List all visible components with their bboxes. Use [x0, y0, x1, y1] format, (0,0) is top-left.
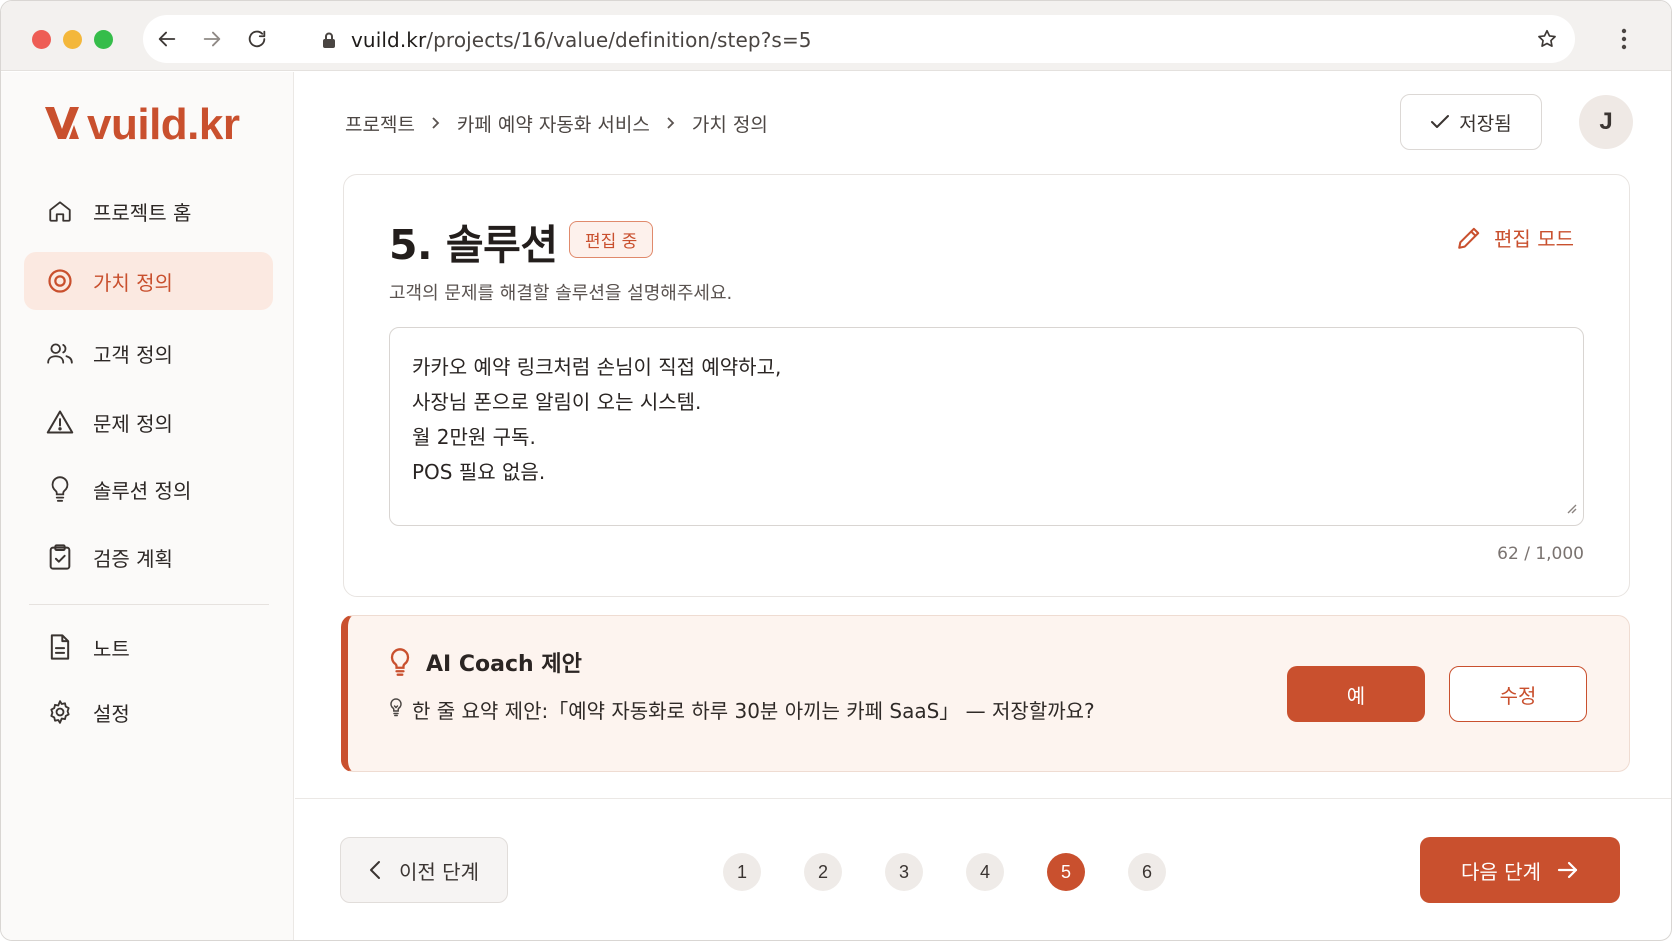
- pencil-icon: [1458, 227, 1480, 249]
- forward-arrow-icon[interactable]: [198, 25, 226, 53]
- sidebar-item-label: 검증 계획: [93, 546, 173, 571]
- close-window-button[interactable]: [32, 30, 51, 49]
- arrow-right-icon: [1557, 861, 1578, 879]
- browser-toolbar: vuild.kr/projects/16/value/definition/st…: [1, 1, 1671, 71]
- coach-message: 한 줄 요약 제안:「예약 자동화로 하루 30분 아끼는 카페 SaaS」 —…: [412, 699, 1095, 723]
- edit-mode-label: 편집 모드: [1494, 227, 1574, 251]
- coach-title: AI Coach 제안: [426, 652, 582, 677]
- bookmark-star-icon[interactable]: [1533, 25, 1561, 53]
- home-icon: [45, 196, 75, 226]
- lightbulb-emoji-icon: [388, 697, 404, 722]
- sidebar-item-label: 프로젝트 홈: [93, 200, 192, 225]
- chevron-right-icon: [666, 116, 676, 130]
- step-3[interactable]: 3: [885, 853, 923, 891]
- next-step-button[interactable]: 다음 단계: [1420, 837, 1620, 903]
- lock-icon: [315, 26, 343, 54]
- gear-icon: [45, 697, 75, 727]
- lightbulb-icon: [45, 474, 75, 504]
- url-path: /projects/16/value/definition/step?s=5: [426, 28, 812, 52]
- sidebar-item-notes[interactable]: 노트: [24, 618, 273, 676]
- edit-mode-button[interactable]: 편집 모드: [1456, 223, 1574, 252]
- chevron-right-icon: [431, 116, 441, 130]
- sidebar-item-problem-definition[interactable]: 문제 정의: [24, 393, 273, 451]
- logo[interactable]: vuild.kr: [45, 99, 240, 151]
- url-host: vuild.kr: [351, 28, 427, 52]
- sidebar-item-label: 설정: [93, 701, 130, 726]
- sidebar-item-solution-definition[interactable]: 솔루션 정의: [24, 460, 273, 518]
- next-step-label: 다음 단계: [1461, 859, 1541, 884]
- edit-suggestion-button[interactable]: 수정: [1449, 666, 1587, 722]
- back-arrow-icon[interactable]: [153, 25, 181, 53]
- sidebar-item-value-definition[interactable]: 가치 정의: [24, 252, 273, 310]
- previous-step-button[interactable]: 이전 단계: [340, 837, 508, 903]
- clipboard-check-icon: [45, 542, 75, 572]
- chevron-left-icon: [370, 861, 381, 879]
- sidebar-item-label: 솔루션 정의: [93, 478, 192, 503]
- solution-textarea[interactable]: 카카오 예약 링크처럼 손님이 직접 예약하고, 사장님 폰으로 알림이 오는 …: [389, 327, 1584, 526]
- more-menu-icon[interactable]: [1610, 25, 1638, 53]
- logo-mark-icon: [45, 105, 79, 145]
- saved-label: 저장됨: [1459, 112, 1512, 135]
- step-1[interactable]: 1: [723, 853, 761, 891]
- minimize-window-button[interactable]: [63, 30, 82, 49]
- sidebar-divider: [29, 604, 269, 605]
- step-2[interactable]: 2: [804, 853, 842, 891]
- coach-message-row: 한 줄 요약 제안:「예약 자동화로 하루 30분 아끼는 카페 SaaS」 —…: [388, 695, 1095, 724]
- step-4[interactable]: 4: [966, 853, 1004, 891]
- sidebar-item-settings[interactable]: 설정: [24, 683, 273, 741]
- reload-icon[interactable]: [243, 25, 271, 53]
- breadcrumb-current: 가치 정의: [691, 113, 768, 136]
- warning-icon: [45, 407, 75, 437]
- sidebar-item-label: 문제 정의: [93, 411, 173, 436]
- ai-coach-panel: AI Coach 제안 한 줄 요약 제안:「예약 자동화로 하루 30분 아끼…: [341, 615, 1630, 772]
- previous-step-label: 이전 단계: [399, 859, 479, 884]
- accept-suggestion-button[interactable]: 예: [1287, 666, 1425, 722]
- footer-divider: [295, 798, 1671, 799]
- maximize-window-button[interactable]: [94, 30, 113, 49]
- sidebar-item-label: 가치 정의: [93, 270, 173, 295]
- users-icon: [45, 338, 75, 368]
- breadcrumb-projects[interactable]: 프로젝트: [345, 110, 415, 137]
- saved-status-button[interactable]: 저장됨: [1400, 94, 1542, 150]
- character-counter: 62 / 1,000: [1497, 544, 1584, 564]
- card-subtitle: 고객의 문제를 해결할 솔루션을 설명해주세요.: [389, 283, 733, 304]
- lightbulb-icon: [390, 648, 410, 676]
- card-title: 5. 솔루션: [389, 221, 558, 269]
- coach-title-row: AI Coach 제안: [388, 646, 582, 678]
- step-indicator: 1 2 3 4 5 6: [723, 853, 1209, 891]
- step-5-current[interactable]: 5: [1047, 853, 1085, 891]
- document-icon: [45, 632, 75, 662]
- step-6[interactable]: 6: [1128, 853, 1166, 891]
- editing-badge: 편집 중: [569, 221, 654, 258]
- breadcrumb-project[interactable]: 카페 예약 자동화 서비스: [457, 110, 650, 137]
- checkmark-icon: [1431, 115, 1450, 128]
- sidebar-item-label: 고객 정의: [93, 342, 173, 367]
- logo-text: vuild.kr: [87, 100, 240, 149]
- sidebar-item-label: 노트: [93, 636, 130, 661]
- breadcrumb: 프로젝트 카페 예약 자동화 서비스 가치 정의: [345, 108, 768, 138]
- browser-window: vuild.kr/projects/16/value/definition/st…: [0, 0, 1672, 941]
- sidebar-item-validation-plan[interactable]: 검증 계획: [24, 528, 273, 586]
- target-icon: [45, 266, 75, 296]
- avatar[interactable]: J: [1579, 95, 1633, 149]
- resize-handle-icon[interactable]: [1565, 499, 1577, 518]
- solution-card: 5. 솔루션 편집 중 편집 모드 고객의 문제를 해결할 솔루션을 설명해주세…: [343, 174, 1630, 597]
- url-text[interactable]: vuild.kr/projects/16/value/definition/st…: [351, 26, 812, 54]
- sidebar-item-customer-definition[interactable]: 고객 정의: [24, 324, 273, 382]
- sidebar-item-project-home[interactable]: 프로젝트 홈: [24, 182, 273, 240]
